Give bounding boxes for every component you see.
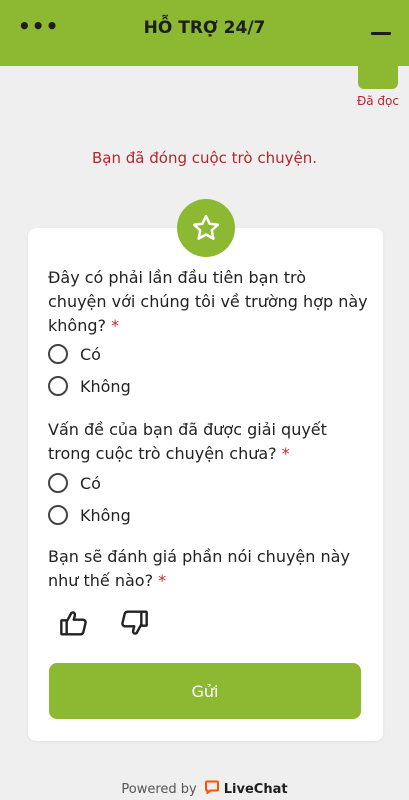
- radio-button[interactable]: [48, 473, 68, 493]
- q1-option-no[interactable]: Không: [48, 376, 131, 396]
- minimize-icon[interactable]: [371, 32, 391, 35]
- q2-option-yes[interactable]: Có: [48, 473, 101, 493]
- required-mark: *: [111, 316, 120, 335]
- radio-button[interactable]: [48, 376, 68, 396]
- question-2: Vấn đề của bạn đã được giải quyết trong …: [48, 418, 368, 466]
- read-status: Đã đọc: [356, 94, 399, 108]
- message-bubble-tail: [358, 62, 398, 89]
- star-icon: [177, 199, 235, 257]
- q1-option-yes[interactable]: Có: [48, 344, 101, 364]
- option-label: Có: [80, 473, 101, 493]
- q2-option-no[interactable]: Không: [48, 505, 131, 525]
- question-3: Bạn sẽ đánh giá phần nói chuyện này như …: [48, 545, 368, 593]
- chat-closed-message: Bạn đã đóng cuộc trò chuyện.: [92, 149, 317, 167]
- question-1: Đây có phải lần đầu tiên bạn trò chuyện …: [48, 266, 368, 338]
- option-label: Có: [80, 344, 101, 364]
- radio-button[interactable]: [48, 344, 68, 364]
- thumbs-down-icon[interactable]: [118, 607, 150, 639]
- chat-title: HỖ TRỢ 24/7: [143, 18, 266, 38]
- livechat-brand: LiveChat: [223, 781, 288, 797]
- option-label: Không: [80, 505, 131, 525]
- livechat-logo-icon: [204, 780, 219, 798]
- chat-header: ••• HỖ TRỢ 24/7: [0, 0, 409, 66]
- powered-by-footer[interactable]: Powered by LiveChat: [0, 778, 409, 800]
- required-mark: *: [281, 444, 290, 463]
- question-1-text: Đây có phải lần đầu tiên bạn trò chuyện …: [48, 268, 368, 335]
- required-mark: *: [158, 571, 167, 590]
- thumbs-up-icon[interactable]: [58, 607, 90, 639]
- submit-button[interactable]: Gửi: [49, 663, 361, 719]
- radio-button[interactable]: [48, 505, 68, 525]
- question-3-text: Bạn sẽ đánh giá phần nói chuyện này như …: [48, 547, 350, 590]
- option-label: Không: [80, 376, 131, 396]
- powered-by-text: Powered by: [121, 781, 197, 797]
- survey-card: Đây có phải lần đầu tiên bạn trò chuyện …: [28, 228, 383, 741]
